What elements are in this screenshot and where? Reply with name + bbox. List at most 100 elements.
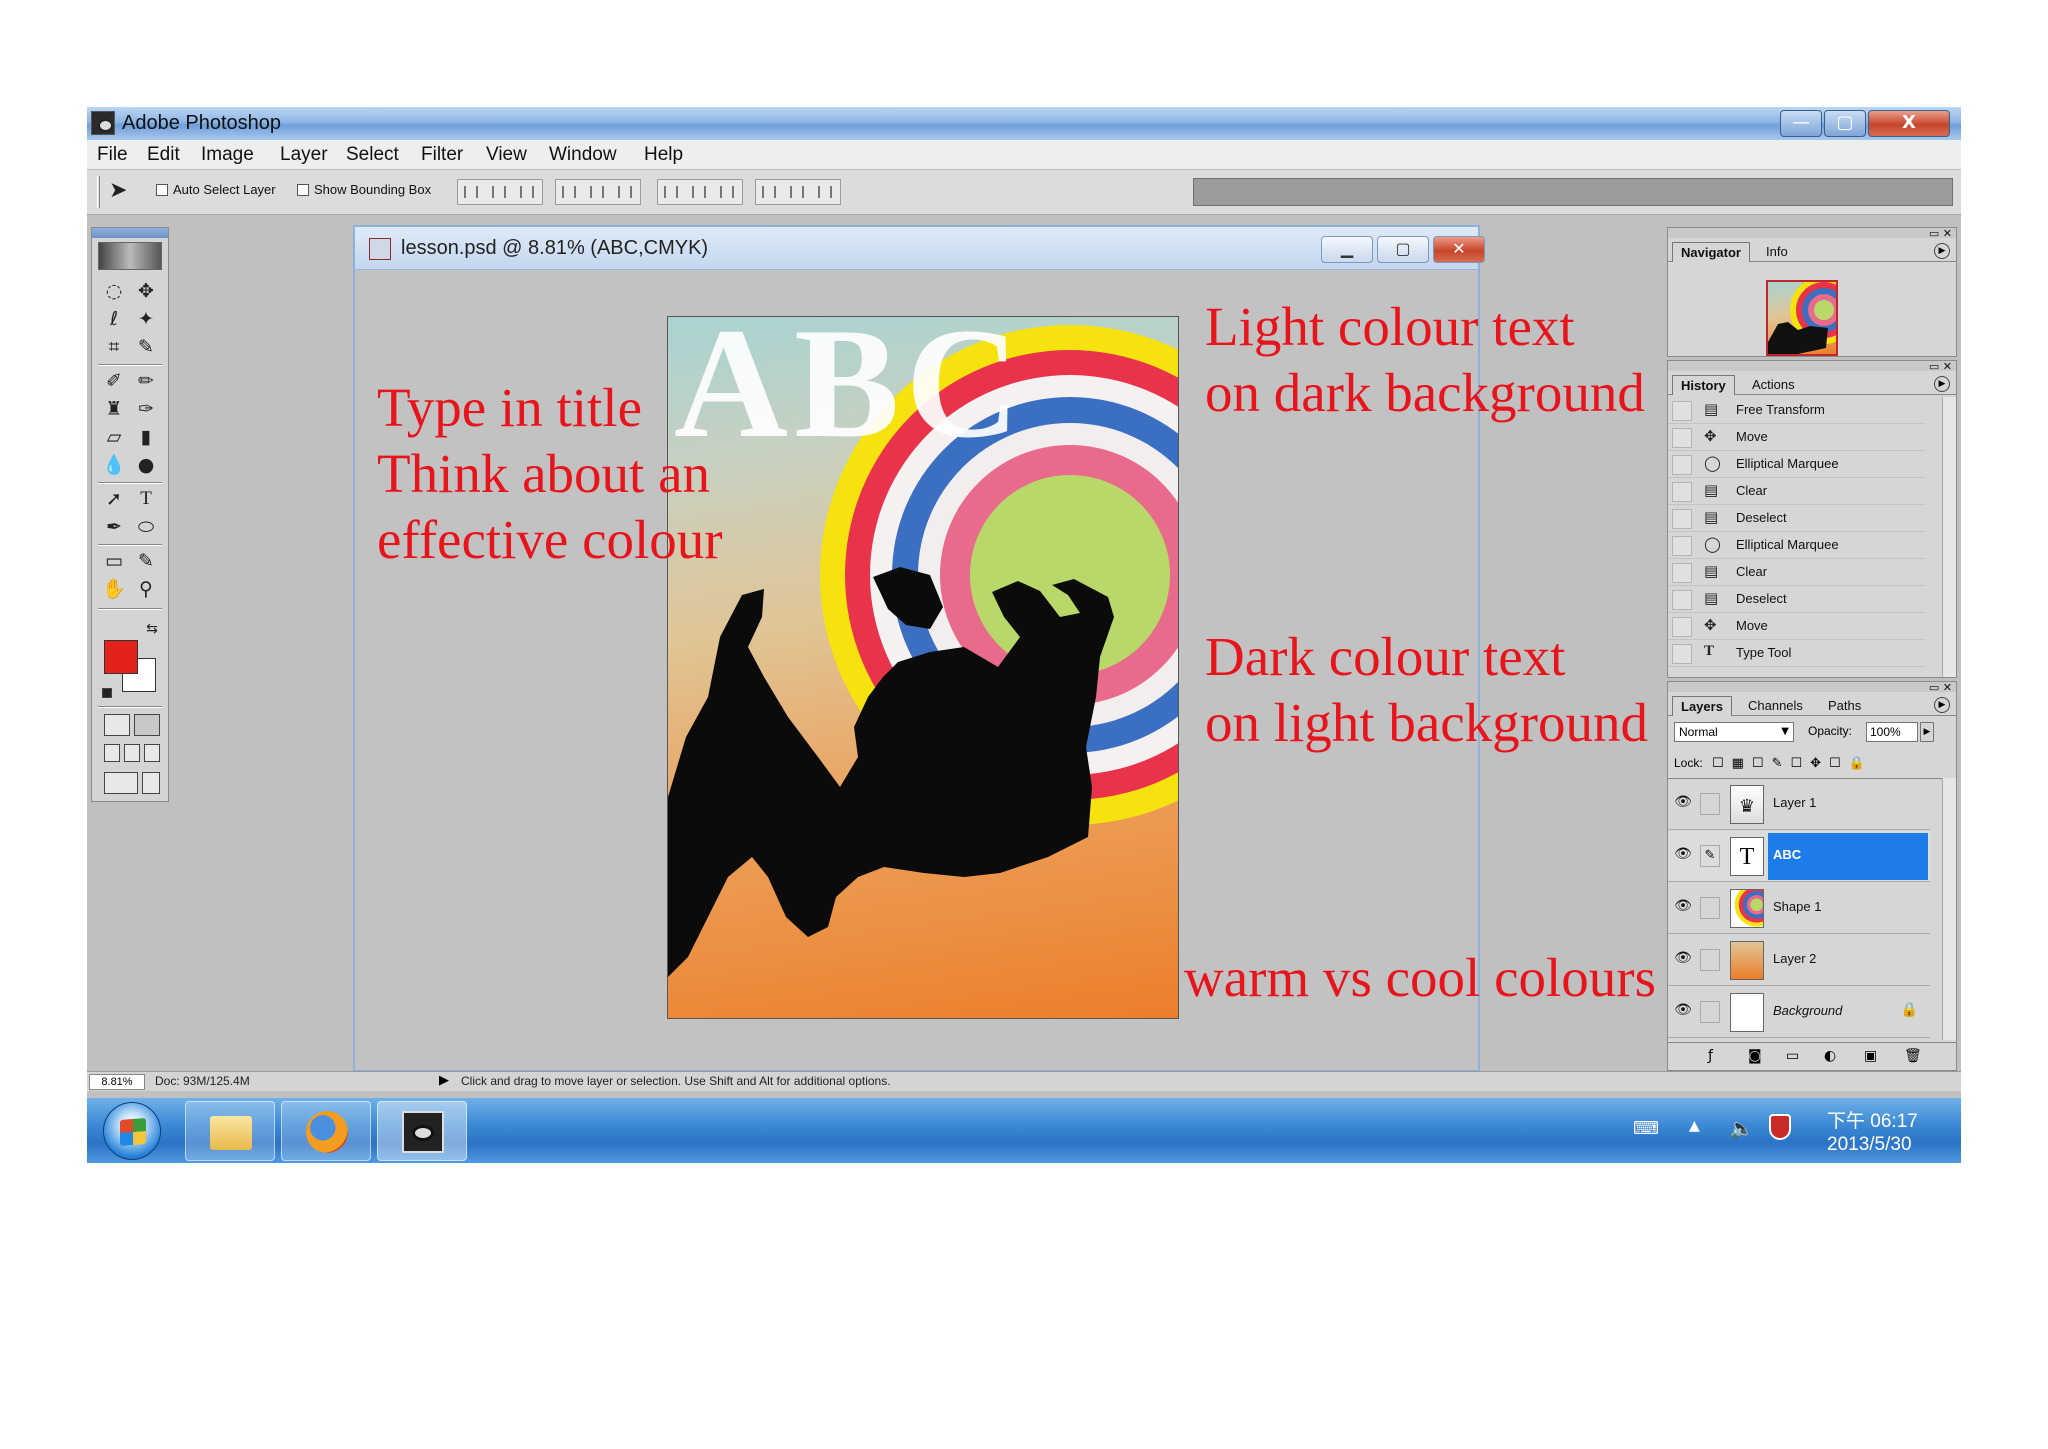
options-grip[interactable]	[97, 176, 100, 208]
eye-icon[interactable]: 👁	[1672, 950, 1694, 970]
layer-mask-icon[interactable]: ◙	[1748, 1048, 1762, 1064]
layer-row-abc[interactable]: 👁 ✎ T ABC	[1668, 831, 1930, 882]
history-panel-header[interactable]: ▭ ✕	[1668, 360, 1956, 373]
standard-mode-icon[interactable]	[104, 714, 130, 736]
layer-row-background[interactable]: 👁 Background 🔒	[1668, 987, 1930, 1038]
adjustment-layer-icon[interactable]: ◐	[1824, 1048, 1836, 1064]
new-set-icon[interactable]: ▭	[1786, 1048, 1799, 1064]
lasso-icon[interactable]: ℓ	[98, 306, 130, 332]
history-item[interactable]: T Type Tool	[1668, 640, 1926, 667]
brush-icon[interactable]: ✎	[1700, 845, 1720, 867]
magic-wand-icon[interactable]: ✦	[130, 306, 162, 332]
show-bbox-checkbox[interactable]	[297, 184, 309, 196]
move-icon[interactable]: ✥	[130, 278, 162, 304]
opacity-slider-arrow-icon[interactable]: ▶	[1920, 722, 1934, 742]
minimize-button[interactable]: —	[1780, 110, 1822, 137]
screen-mode-standard-icon[interactable]	[104, 744, 120, 762]
brush-icon[interactable]: ✏	[130, 368, 162, 394]
dodge-icon[interactable]: ●	[130, 452, 162, 478]
keyboard-icon[interactable]: ⌨	[1633, 1118, 1659, 1139]
layer-row-shape-1[interactable]: 👁 Shape 1	[1668, 883, 1930, 934]
eye-icon[interactable]: 👁	[1672, 794, 1694, 814]
tab-layers[interactable]: Layers	[1672, 696, 1732, 716]
taskbar-firefox[interactable]	[281, 1101, 371, 1161]
new-layer-icon[interactable]: ▣	[1864, 1048, 1877, 1064]
security-shield-icon[interactable]	[1769, 1114, 1791, 1140]
crop-icon[interactable]: ⌗	[98, 334, 130, 360]
distribute-vertical-group[interactable]	[657, 179, 743, 205]
quick-mask-icon[interactable]	[134, 714, 160, 736]
layer-row-layer-2[interactable]: 👁 Layer 2	[1668, 935, 1930, 986]
tab-history[interactable]: History	[1672, 375, 1735, 395]
pen-icon[interactable]: ✒	[98, 514, 130, 540]
navigator-menu-icon[interactable]: ▶	[1934, 243, 1950, 259]
taskbar-photoshop[interactable]	[377, 1101, 467, 1161]
volume-icon[interactable]: 🔈	[1729, 1116, 1754, 1140]
history-item[interactable]: ▤ Deselect	[1668, 505, 1926, 532]
eraser-icon[interactable]: ▱	[98, 424, 130, 450]
layer-row-layer-1[interactable]: 👁 ♛ Layer 1	[1668, 779, 1930, 830]
screen-mode-menu-icon[interactable]	[124, 744, 140, 762]
eye-icon[interactable]: 👁	[1672, 846, 1694, 866]
doc-maximize-button[interactable]: ▢	[1377, 236, 1429, 263]
show-hidden-icons-icon[interactable]: ▲	[1689, 1118, 1700, 1134]
tab-channels[interactable]: Channels	[1740, 696, 1811, 716]
history-menu-icon[interactable]: ▶	[1934, 376, 1950, 392]
link-box[interactable]	[1700, 1001, 1720, 1023]
menu-select[interactable]: Select	[346, 144, 399, 166]
screen-mode-full-icon[interactable]	[144, 744, 160, 762]
clock-date[interactable]: 2013/5/30	[1827, 1134, 1912, 1156]
tab-actions[interactable]: Actions	[1744, 375, 1803, 395]
menu-filter[interactable]: Filter	[421, 144, 463, 166]
history-scrollbar[interactable]	[1942, 397, 1956, 677]
foreground-color-swatch[interactable]	[104, 640, 138, 674]
lock-options-icons[interactable]: ☐▦☐✎☐✥☐🔒	[1712, 756, 1873, 771]
tab-navigator[interactable]: Navigator	[1672, 242, 1750, 262]
maximize-button[interactable]: ▢	[1824, 110, 1866, 137]
poster-canvas[interactable]: ABC	[667, 316, 1179, 1019]
menu-window[interactable]: Window	[549, 144, 617, 166]
imageready-icon[interactable]	[142, 772, 160, 794]
gradient-icon[interactable]: ▮	[130, 424, 162, 450]
align-horizontal-group[interactable]	[555, 179, 641, 205]
link-box[interactable]	[1700, 897, 1720, 919]
history-item[interactable]: ▤ Clear	[1668, 559, 1926, 586]
tab-paths[interactable]: Paths	[1820, 696, 1869, 716]
layers-menu-icon[interactable]: ▶	[1934, 697, 1950, 713]
path-selection-icon[interactable]: ➚	[98, 486, 130, 512]
blur-icon[interactable]: 💧	[98, 452, 130, 478]
distribute-horizontal-group[interactable]	[755, 179, 841, 205]
history-item[interactable]: ▤ Deselect	[1668, 586, 1926, 613]
zoom-field[interactable]: 8.81%	[89, 1074, 145, 1090]
tab-info[interactable]: Info	[1758, 242, 1796, 262]
menu-edit[interactable]: Edit	[147, 144, 180, 166]
layers-scrollbar[interactable]	[1942, 778, 1956, 1040]
toolbox-header[interactable]	[92, 228, 168, 238]
auto-select-checkbox[interactable]	[156, 184, 168, 196]
jump-to-imageready-icon[interactable]	[104, 772, 138, 794]
hand-icon[interactable]: ✋	[98, 576, 130, 602]
clock-time[interactable]: 下午 06:17	[1827, 1106, 1918, 1133]
zoom-icon[interactable]: ⚲	[130, 576, 162, 602]
start-button[interactable]	[103, 1102, 161, 1160]
healing-brush-icon[interactable]: ✐	[98, 368, 130, 394]
slice-icon[interactable]: ✎	[130, 334, 162, 360]
doc-minimize-button[interactable]: ▁	[1321, 236, 1373, 263]
menu-view[interactable]: View	[486, 144, 527, 166]
default-colors-icon[interactable]	[102, 688, 112, 698]
navigator-thumbnail[interactable]	[1766, 280, 1838, 356]
align-vertical-group[interactable]	[457, 179, 543, 205]
navigator-panel-header[interactable]: ▭ ✕	[1668, 227, 1956, 240]
history-item[interactable]: ▤ Free Transform	[1668, 397, 1926, 424]
trash-icon[interactable]: 🗑	[1904, 1048, 1922, 1064]
history-item[interactable]: ✥ Move	[1668, 424, 1926, 451]
taskbar-explorer[interactable]	[185, 1101, 275, 1161]
clone-stamp-icon[interactable]: ♜	[98, 396, 130, 422]
document-title-bar[interactable]: lesson.psd @ 8.81% (ABC,CMYK) ▁ ▢ ✕	[355, 227, 1485, 270]
layers-panel-header[interactable]: ▭ ✕	[1668, 681, 1956, 694]
type-tool-icon[interactable]: T	[130, 486, 162, 512]
history-item[interactable]: ▤ Clear	[1668, 478, 1926, 505]
rectangular-marquee-icon[interactable]: ◌	[98, 278, 130, 304]
history-item[interactable]: ◯ Elliptical Marquee	[1668, 532, 1926, 559]
ellipse-shape-icon[interactable]: ⬭	[130, 514, 162, 540]
